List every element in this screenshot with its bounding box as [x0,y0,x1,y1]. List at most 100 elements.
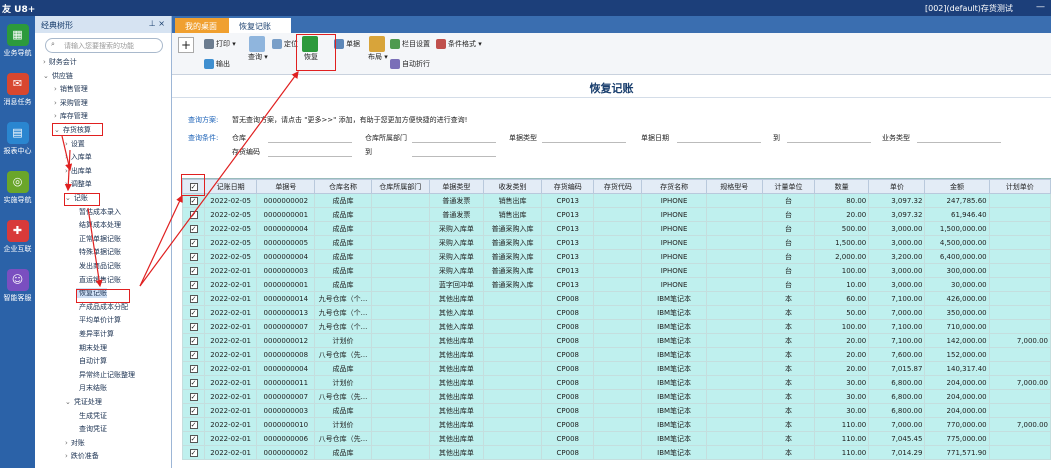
row-select-cell[interactable]: ✓ [182,207,206,222]
row-select-cell[interactable]: ✓ [182,235,206,250]
row-select-cell[interactable]: ✓ [182,403,206,418]
row-select-cell[interactable]: ✓ [182,221,206,236]
table-row[interactable]: ✓ 2022-02-01 0000000003 成品库 采购入库单 普通采购入库 CP013… [182,263,1051,278]
doc-button[interactable]: 单据 [334,39,360,49]
autoline-button[interactable]: 自动折行 [390,59,430,69]
tree-item[interactable]: › 销售管理 [54,84,88,94]
column-header[interactable]: 金额 [924,179,990,194]
column-header[interactable]: 存货代码 [593,179,643,194]
column-header[interactable]: 仓库所属部门 [370,179,430,194]
row-select-cell[interactable]: ✓ [182,193,206,208]
tree-item[interactable]: 自动计算 [76,356,107,366]
table-row[interactable]: ✓ 2022-02-01 0000000002 成品库 其他出库单 CP008 IBM笔记本… [182,445,1051,460]
table-row[interactable]: ✓ 2022-02-01 0000000006 八号仓库（先... 其他出库单 CP008… [182,431,1051,446]
row-checkbox[interactable]: ✓ [189,322,198,331]
row-select-cell[interactable]: ✓ [182,389,206,404]
tree-item[interactable]: 查询凭证 [76,424,107,434]
tree-item[interactable]: › 跌价准备 [65,451,99,461]
tree-item[interactable]: › 采购管理 [54,98,88,108]
table-row[interactable]: ✓ 2022-02-01 0000000001 成品库 蓝字回冲单 普通采购入库 CP013… [182,277,1051,292]
biztype-field[interactable] [917,133,1001,143]
row-select-cell[interactable]: ✓ [182,305,206,320]
row-checkbox[interactable]: ✓ [189,364,198,373]
column-header[interactable]: 单价 [868,179,926,194]
tree-item[interactable]: › 设置 [65,139,85,149]
table-row[interactable]: ✓ 2022-02-01 0000000014 九号仓库（个... 其他出库单 CP008… [182,291,1051,306]
print-button[interactable]: 打印 ▾ [204,39,236,49]
column-header[interactable]: 存货名称 [641,179,707,194]
minimize-button[interactable]: — [1036,2,1045,12]
tree-item[interactable]: › 出库单 [65,166,92,176]
column-header[interactable]: 记账日期 [204,179,258,194]
launcher-1[interactable]: ✉ 消息任务 [0,73,35,107]
table-row[interactable]: ✓ 2022-02-01 0000000013 九号仓库（个... 其他入库单 CP008… [182,305,1051,320]
column-header[interactable]: 计划单价 [988,179,1051,194]
column-header[interactable]: 规格型号 [705,179,763,194]
row-checkbox[interactable]: ✓ [189,420,198,429]
docdate-to-field[interactable] [787,133,871,143]
row-checkbox[interactable]: ✓ [189,434,198,443]
colset-button[interactable]: 栏目设置 [390,39,430,49]
table-row[interactable]: ✓ 2022-02-01 0000000007 九号仓库（个... 其他入库单 CP008… [182,319,1051,334]
tree-item[interactable]: 月末结账 [76,383,107,393]
launcher-3[interactable]: ◎ 实施导航 [0,171,35,205]
table-row[interactable]: ✓ 2022-02-01 0000000010 计划价 其他出库单 CP008 IBM笔记本… [182,417,1051,432]
row-select-cell[interactable]: ✓ [182,277,206,292]
invcode-to-field[interactable] [412,147,496,157]
table-row[interactable]: ✓ 2022-02-01 0000000011 计划价 其他出库单 CP008 IBM笔记本… [182,375,1051,390]
dept-field[interactable] [412,133,496,143]
table-row[interactable]: ✓ 2022-02-01 0000000003 成品库 其他出库单 CP008 IBM笔记本… [182,403,1051,418]
row-checkbox[interactable]: ✓ [189,448,198,457]
tree-item[interactable]: › 调整单 [65,179,92,189]
row-checkbox[interactable]: ✓ [189,350,198,359]
row-select-cell[interactable]: ✓ [182,347,206,362]
row-select-cell[interactable]: ✓ [182,249,206,264]
query-button[interactable]: 查询 ▾ [248,36,268,62]
row-checkbox[interactable]: ✓ [189,266,198,275]
tree-item[interactable]: 平均单价计算 [76,315,121,325]
table-row[interactable]: ✓ 2022-02-05 0000000005 成品库 采购入库单 普通采购入库 CP013… [182,235,1051,250]
tree-item[interactable]: 正常单据记账 [76,234,121,244]
restore-button[interactable]: 恢复 [302,36,320,62]
row-select-cell[interactable]: ✓ [182,361,206,376]
table-row[interactable]: ✓ 2022-02-05 0000000002 成品库 普通发票 销售出库 CP013 IPH… [182,193,1051,208]
table-row[interactable]: ✓ 2022-02-01 0000000012 计划价 其他出库单 CP008 IBM笔记本… [182,333,1051,348]
row-select-cell[interactable]: ✓ [182,263,206,278]
doctype-field[interactable] [542,133,626,143]
row-checkbox[interactable]: ✓ [189,224,198,233]
column-header[interactable]: 单据类型 [428,179,484,194]
row-select-cell[interactable]: ✓ [182,417,206,432]
export-button[interactable]: 输出 [204,59,230,69]
tree-item[interactable]: 差异率计算 [76,329,114,339]
tree-item[interactable]: ⌄ 存货核算 [54,125,91,135]
docdate-from-field[interactable] [677,133,761,143]
tree-item[interactable]: 异常终止记账整理 [76,370,135,380]
row-checkbox[interactable]: ✓ [189,336,198,345]
tree-item[interactable]: 结算成本处理 [76,220,121,230]
row-checkbox[interactable]: ✓ [189,280,198,289]
column-header[interactable]: 计量单位 [761,179,816,194]
row-checkbox[interactable]: ✓ [189,378,198,387]
row-checkbox[interactable]: ✓ [189,392,198,401]
tree-item[interactable]: 特殊单据记账 [76,247,121,257]
row-checkbox[interactable]: ✓ [189,294,198,303]
tree-item[interactable]: › 入库单 [65,152,92,162]
tree-item[interactable]: 期末处理 [76,343,107,353]
row-checkbox[interactable]: ✓ [189,196,198,205]
layout-button[interactable]: 布局 ▾ [368,36,388,62]
row-select-cell[interactable]: ✓ [182,333,206,348]
locate-button[interactable]: 定位 [272,39,298,49]
row-checkbox[interactable]: ✓ [189,406,198,415]
nav-tools[interactable]: ⊥ × [149,19,165,28]
table-row[interactable]: ✓ 2022-02-01 0000000008 八号仓库（先... 其他出库单 CP008… [182,347,1051,362]
tree-item[interactable]: 产成品成本分配 [76,302,128,312]
row-select-cell[interactable]: ✓ [182,375,206,390]
column-header[interactable]: 数量 [814,179,870,194]
tree-item[interactable]: › 财务会计 [43,57,77,67]
row-select-cell[interactable]: ✓ [182,431,206,446]
warehouse-field[interactable] [268,133,352,143]
launcher-5[interactable]: ☺ 智能客服 [0,269,35,303]
tab-desktop[interactable]: 我的桌面 [175,18,229,33]
tab-restore-posting[interactable]: 恢复记账 × [229,18,291,41]
column-header[interactable]: ✓ [182,179,206,194]
